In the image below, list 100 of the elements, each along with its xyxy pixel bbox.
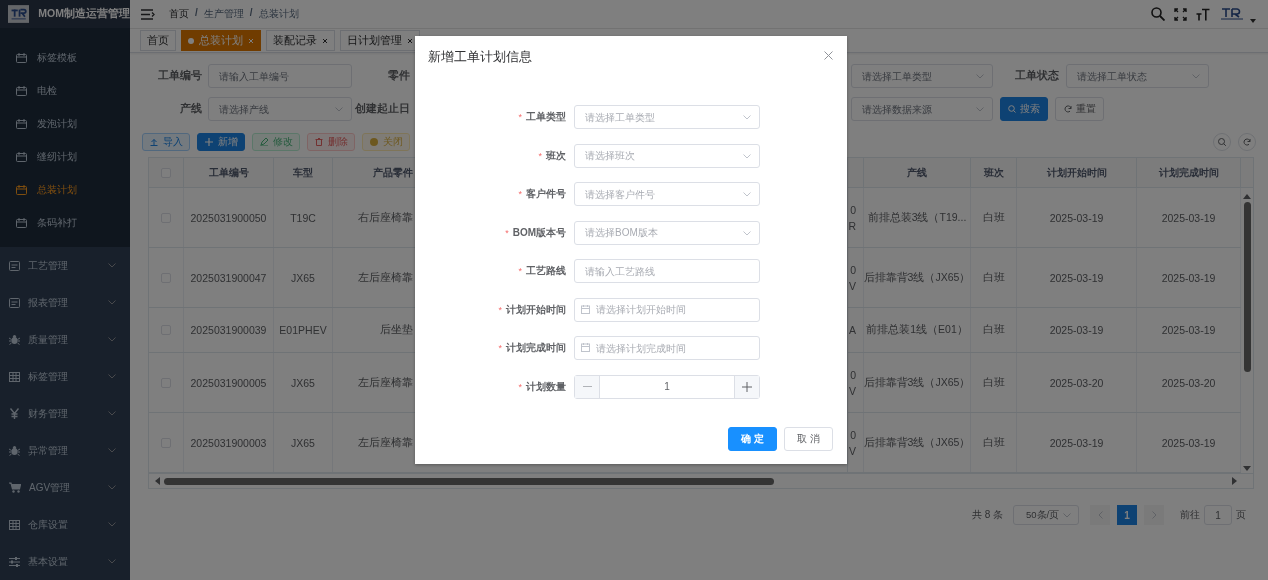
required-mark: * (518, 112, 522, 122)
table-cell: 左后座椅靠 (358, 375, 413, 390)
table-cell: 白班 (982, 323, 1005, 337)
cancel-button[interactable]: 取 消 (784, 427, 833, 451)
menu-icon[interactable] (141, 8, 155, 20)
date-field[interactable]: 请选择计划开始时间 (574, 297, 760, 322)
tab-label: 总装计划 (199, 33, 243, 48)
table-cell-text: 0 V (849, 427, 856, 459)
breadcrumb-item[interactable]: 首页 (169, 7, 189, 21)
number-field[interactable]: 1 (574, 374, 760, 399)
data-source-select[interactable]: 请选择数据来源 (851, 97, 993, 121)
table-cell-text: 0 V (849, 262, 856, 294)
table-cell-text: 0 R (848, 202, 856, 234)
page-size-select[interactable]: 50条/页 (1013, 505, 1079, 525)
close-icon[interactable] (407, 37, 413, 44)
menu-item[interactable]: 条码补打 (0, 206, 130, 239)
required-mark: * (498, 304, 502, 315)
required-mark: * (505, 227, 509, 238)
field-label: 工艺路线 (526, 264, 566, 278)
menu-item[interactable]: 标签模板 (0, 41, 130, 74)
refresh-icon[interactable] (1238, 133, 1256, 151)
calendar-icon (16, 217, 27, 228)
page-tab[interactable]: 日计划管理 (340, 30, 420, 51)
field-label: 零件 (387, 69, 410, 83)
chevron-icon (743, 192, 751, 197)
active-dot-icon (188, 37, 194, 44)
breadcrumb-item[interactable]: 生产管理 (203, 7, 244, 21)
page-number[interactable]: 1 (1117, 505, 1137, 525)
chevron-icon (743, 115, 751, 120)
calendar-icon (16, 52, 27, 63)
line-select[interactable]: 请选择产线 (208, 97, 352, 121)
table-cell: 白班 (982, 435, 1005, 450)
date-field[interactable]: 请选择计划完成时间 (574, 336, 760, 360)
required-mark: * (518, 189, 522, 199)
tab-label: 装配记录 (273, 33, 317, 48)
page-tab[interactable]: 总装计划 (181, 30, 261, 51)
search-icon[interactable] (1213, 133, 1231, 151)
calendar-icon (16, 151, 27, 162)
document-icon (9, 297, 20, 308)
caret-icon[interactable] (1250, 19, 1256, 23)
reset-button[interactable]: 重置 (1055, 97, 1104, 121)
table-cell: 左后座椅靠 (358, 435, 413, 450)
column-header: 计划开始时间 (1017, 158, 1137, 187)
table-cell: E01PHEV (279, 324, 327, 336)
table-cell: 2025-03-19 (1161, 436, 1216, 449)
arrow-right-icon[interactable] (1232, 477, 1237, 485)
close-icon[interactable] (824, 50, 833, 60)
table-cell: 2025-03-19 (1161, 271, 1216, 284)
number-value: 1 (663, 380, 671, 394)
horizontal-scrollbar[interactable] (149, 473, 1253, 488)
table-cell: 白班 (982, 270, 1005, 285)
page-suffix: 页 (1236, 508, 1246, 522)
input-field[interactable]: 请输入工艺路线 (574, 259, 760, 283)
arrow-left-icon[interactable] (155, 477, 160, 485)
breadcrumb-separator: / (195, 7, 198, 20)
menu-item[interactable]: 电检 (0, 74, 130, 107)
arrow-down-icon[interactable] (1243, 466, 1251, 471)
table-cell: 白班 (982, 210, 1005, 225)
field-label: 客户件号 (526, 187, 566, 201)
avatar-logo-icon[interactable] (1219, 7, 1245, 21)
font-size-icon[interactable] (1196, 7, 1210, 21)
logo-icon (8, 4, 30, 24)
bug-icon (9, 334, 20, 345)
arrow-up-icon[interactable] (1243, 194, 1251, 199)
table-cell: 2025031900005 (190, 376, 267, 389)
close-icon[interactable] (322, 37, 328, 44)
cart-icon (9, 482, 21, 493)
page-tab[interactable]: 首页 (140, 30, 176, 51)
menu-item[interactable]: 总装计划 (0, 173, 130, 206)
sliders-icon (9, 556, 20, 567)
toolbar-button[interactable]: 新增 (197, 133, 245, 151)
field-label: 工单状态 (1014, 69, 1059, 83)
calendar-icon (16, 184, 27, 195)
table-cell: 2025031900047 (190, 271, 267, 284)
page-tab[interactable]: 装配记录 (266, 30, 335, 51)
select-field[interactable]: 请选择班次 (574, 143, 760, 168)
field-label: 工单编号 (157, 69, 202, 83)
table-cell: 2025-03-19 (1161, 211, 1216, 224)
search-icon[interactable] (1151, 7, 1165, 21)
field-label: 计划数量 (526, 379, 566, 394)
confirm-button[interactable]: 确 定 (728, 427, 777, 451)
tab-label: 首页 (147, 33, 169, 48)
table-cell: 2025-03-19 (1049, 211, 1104, 224)
plus-icon (204, 138, 213, 146)
table-cell: 后坐垫 (380, 323, 413, 337)
dialog-title: 新增工单计划信息 (428, 48, 532, 66)
table-cell-text: 0 V (849, 367, 856, 399)
currency-icon (9, 408, 20, 419)
menu-item[interactable]: 发泡计划 (0, 107, 130, 140)
chevron-icon (1063, 512, 1071, 518)
select-field[interactable]: 请选择BOM版本 (574, 220, 760, 245)
select-field[interactable]: 请选择工单类型 (574, 105, 760, 129)
search-button[interactable]: 搜索 (1000, 97, 1048, 121)
increment-button[interactable] (734, 375, 759, 398)
select-field[interactable]: 请选择客户件号 (574, 182, 760, 206)
page-input[interactable]: 1 (1204, 505, 1232, 525)
fullscreen-icon[interactable] (1174, 7, 1187, 21)
table-cell: JX65 (291, 376, 315, 389)
toolbar-button[interactable]: 导入 (142, 133, 190, 151)
chevron-icon (335, 107, 343, 112)
